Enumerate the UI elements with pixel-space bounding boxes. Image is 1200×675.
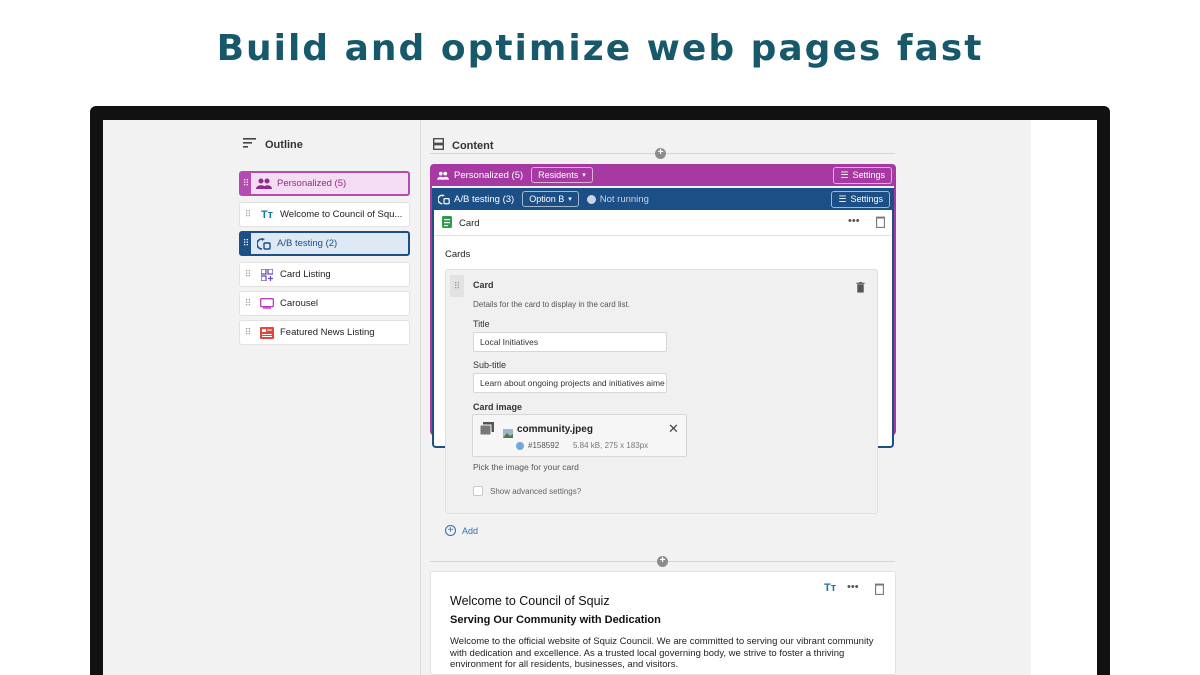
card-block-icon (442, 216, 452, 231)
ab-settings-button[interactable]: ☰ Settings (831, 190, 890, 208)
text-icon: Tт (824, 582, 837, 594)
option-value: Option B (529, 194, 565, 204)
outline-item-label: Personalized (5) (277, 178, 347, 189)
card-description: Details for the card to display in the c… (473, 300, 630, 309)
delete-icon[interactable] (875, 582, 884, 600)
test-status: Not running (586, 193, 649, 205)
more-options-icon[interactable]: ••• (848, 215, 860, 227)
subtitle-label: Sub-title (473, 360, 507, 370)
remove-image-icon[interactable]: ✕ (668, 421, 679, 437)
welcome-body: Welcome to the official website of Squiz… (450, 636, 874, 670)
file-id-row: #158592 (516, 441, 559, 450)
delete-card-icon[interactable] (856, 280, 865, 298)
delete-icon[interactable] (876, 215, 885, 233)
grid-icon (258, 268, 276, 282)
outline-panel: Outline ⠿ Personalized (5) ⠿ Tт Welcome … (103, 120, 421, 675)
drag-handle-icon[interactable]: ⠿ (241, 233, 251, 254)
outline-item-label: Featured News Listing (280, 327, 375, 338)
file-id: #158592 (528, 441, 560, 450)
title-label: Title (473, 319, 490, 329)
insert-block-button[interactable]: + (657, 556, 668, 567)
subtitle-input[interactable]: Learn about ongoing projects and initiat… (473, 373, 667, 393)
image-file-box[interactable]: community.jpeg #158592 5.84 kB, 275 x 18… (472, 414, 687, 457)
content-header: Content (433, 138, 494, 153)
card-block-title: Card (459, 218, 480, 229)
advanced-settings-label: Show advanced settings? (490, 487, 582, 496)
insert-block-button[interactable]: + (655, 148, 666, 159)
settings-label: Settings (852, 170, 885, 180)
media-library-icon[interactable] (479, 422, 494, 440)
chevron-down-icon: ▾ (582, 172, 586, 179)
users-icon (437, 171, 449, 180)
sliders-icon: ☰ (840, 169, 849, 180)
add-card-button[interactable]: + Add (445, 525, 478, 536)
drag-handle-icon[interactable]: ⠿ (242, 298, 254, 309)
welcome-block: Tт ••• Welcome to Council of Squiz Servi… (430, 571, 896, 675)
page-headline: Build and optimize web pages fast (216, 28, 984, 69)
outline-item-ab-testing[interactable]: ⠿ A/B testing (2) (239, 231, 410, 256)
drag-handle-icon[interactable]: ⠿ (242, 269, 254, 280)
image-hint: Pick the image for your card (473, 462, 579, 472)
content-icon (433, 138, 444, 153)
outline-header: Outline (243, 138, 303, 151)
file-meta: 5.84 kB, 275 x 183px (573, 441, 649, 450)
add-label: Add (462, 525, 479, 536)
ab-testing-toolbar: A/B testing (3) Option B ▾ Not running ☰… (432, 188, 894, 210)
content-title: Content (452, 139, 494, 152)
outline-item-card-listing[interactable]: ⠿ Card Listing (239, 262, 410, 287)
ab-test-icon (255, 237, 273, 251)
plus-circle-icon: + (445, 525, 456, 536)
outline-item-label: Welcome to Council of Squ... (280, 209, 403, 220)
asset-id-icon (516, 441, 524, 450)
personalized-label: Personalized (5) (454, 169, 524, 181)
text-icon: Tт (260, 208, 274, 221)
settings-label: Settings (850, 194, 883, 204)
news-icon (258, 326, 276, 340)
advanced-settings-checkbox[interactable] (473, 486, 483, 496)
image-file-icon (503, 425, 513, 443)
more-options-icon[interactable]: ••• (847, 581, 859, 593)
segment-value: Residents (538, 170, 579, 180)
outline-item-label: A/B testing (2) (277, 238, 338, 249)
welcome-heading: Welcome to Council of Squiz (450, 594, 610, 608)
personalized-toolbar: Personalized (5) Residents ▾ ☰ Settings (430, 164, 896, 186)
outline-item-label: Card Listing (280, 269, 331, 280)
right-gutter (1031, 120, 1097, 675)
carousel-icon (258, 297, 276, 311)
file-name: community.jpeg (517, 424, 593, 435)
segment-dropdown[interactable]: Residents ▾ (531, 167, 593, 183)
option-dropdown[interactable]: Option B ▾ (522, 191, 579, 207)
chevron-down-icon: ▾ (568, 196, 572, 203)
card-title: Card (473, 280, 494, 290)
outline-item-personalized[interactable]: ⠿ Personalized (5) (239, 171, 410, 196)
cards-section-label: Cards (445, 249, 471, 260)
outline-item-label: Carousel (280, 298, 319, 309)
outline-item-featured-news[interactable]: ⠿ Featured News Listing (239, 320, 410, 345)
drag-handle-icon[interactable]: ⠿ (450, 275, 464, 297)
outline-title: Outline (265, 138, 303, 151)
users-icon (255, 177, 273, 191)
welcome-subheading: Serving Our Community with Dedication (450, 614, 661, 626)
card-block-header: Card (442, 216, 480, 231)
drag-handle-icon[interactable]: ⠿ (241, 173, 251, 194)
status-circle-icon (586, 194, 596, 204)
drag-handle-icon[interactable]: ⠿ (242, 327, 254, 338)
card-item: ⠿ Card Details for the card to display i… (445, 269, 878, 514)
card-image-label: Card image (473, 402, 523, 412)
sliders-icon: ☰ (838, 193, 847, 204)
ab-test-icon (438, 193, 450, 205)
status-label: Not running (599, 193, 649, 205)
drag-handle-icon[interactable]: ⠿ (242, 209, 254, 220)
personalized-settings-button[interactable]: ☰ Settings (833, 166, 892, 184)
outline-icon (243, 138, 257, 151)
divider (434, 235, 892, 236)
outline-item-welcome[interactable]: ⠿ Tт Welcome to Council of Squ... (239, 202, 410, 227)
title-input[interactable]: Local Initiatives (473, 332, 667, 352)
outline-item-carousel[interactable]: ⠿ Carousel (239, 291, 410, 316)
ab-testing-label: A/B testing (3) (454, 193, 515, 205)
